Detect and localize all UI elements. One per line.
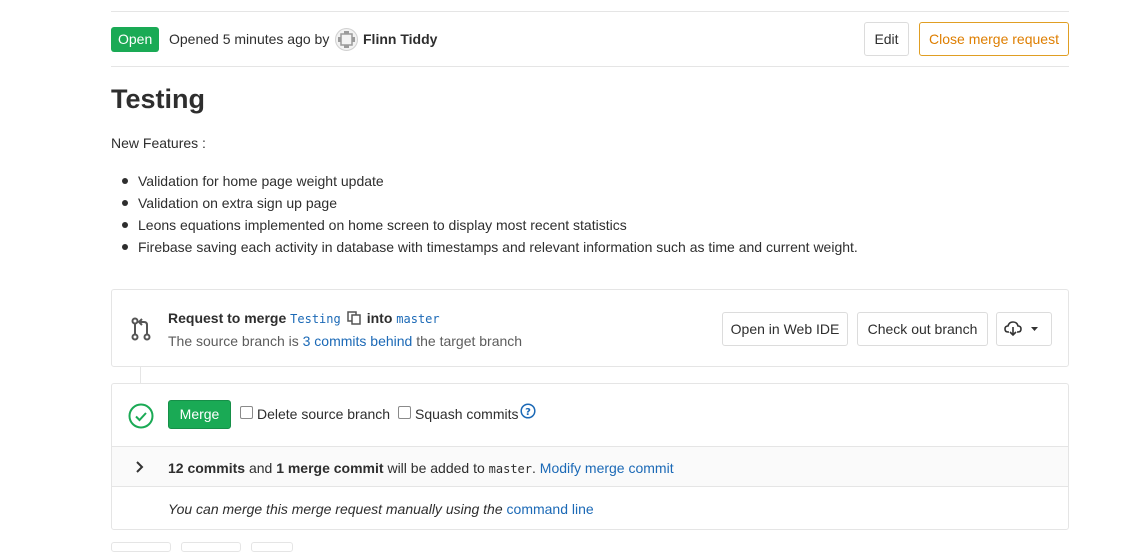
description-lead: New Features : xyxy=(111,135,206,151)
modify-merge-commit-link[interactable]: Modify merge commit xyxy=(540,460,674,476)
check-circle-icon xyxy=(128,403,154,429)
list-item: Firebase saving each activity in databas… xyxy=(120,236,858,258)
merge-request-line: Request to merge Testing into master xyxy=(168,310,440,326)
list-item: Leons equations implemented on home scre… xyxy=(120,214,858,236)
feature-list: Validation for home page weight update V… xyxy=(120,170,858,258)
chevron-right-icon[interactable] xyxy=(134,460,146,474)
merge-request-info: Request to merge Testing into master The… xyxy=(111,289,1069,367)
commits-count: 12 commits xyxy=(168,460,246,476)
manual-merge-hint: You can merge this merge request manuall… xyxy=(168,501,594,517)
delete-source-branch-label[interactable]: Delete source branch xyxy=(257,406,390,422)
avatar[interactable] xyxy=(335,28,358,51)
close-merge-request-button[interactable]: Close merge request xyxy=(919,22,1069,56)
merge-request-page: Open Opened 5 minutes ago by Flinn Tiddy… xyxy=(0,0,1139,552)
author-link[interactable]: Flinn Tiddy xyxy=(363,31,437,47)
commits-behind-link[interactable]: 3 commits behind xyxy=(303,333,413,349)
merge-widget: Merge Delete source branch Squash commit… xyxy=(111,383,1069,530)
added-text: will be added to xyxy=(387,460,485,476)
mr-header: Open Opened 5 minutes ago by Flinn Tiddy… xyxy=(111,12,1069,67)
page-title: Testing xyxy=(111,84,205,114)
squash-commits-label[interactable]: Squash commits xyxy=(415,406,518,422)
and-text: and xyxy=(248,460,273,476)
bottom-tab[interactable] xyxy=(181,542,241,552)
list-item: Validation on extra sign up page xyxy=(120,192,858,214)
status-suffix: the target branch xyxy=(416,333,523,349)
status-badge: Open xyxy=(111,27,160,52)
copy-icon[interactable] xyxy=(346,311,361,325)
edit-button[interactable]: Edit xyxy=(864,22,909,56)
target-branch[interactable]: master xyxy=(396,312,439,326)
into-text: into xyxy=(366,310,393,326)
list-item: Validation for home page weight update xyxy=(120,170,858,192)
svg-text:?: ? xyxy=(525,407,531,418)
merge-commit-count: 1 merge commit xyxy=(276,460,384,476)
timeline-connector xyxy=(140,367,141,383)
source-branch[interactable]: Testing xyxy=(290,312,341,326)
open-web-ide-button[interactable]: Open in Web IDE xyxy=(722,312,848,346)
opened-text: Opened 5 minutes ago by xyxy=(169,31,330,47)
target-branch-code: master xyxy=(488,462,532,476)
commits-summary: 12 commits and 1 merge commit will be ad… xyxy=(168,460,674,476)
download-icon xyxy=(1004,321,1038,337)
merge-button[interactable]: Merge xyxy=(168,400,231,429)
help-icon[interactable]: ? xyxy=(520,403,536,419)
request-prefix: Request to merge xyxy=(168,310,287,326)
command-line-link[interactable]: command line xyxy=(507,501,594,517)
bottom-tab[interactable] xyxy=(251,542,293,552)
merge-branch-icon xyxy=(131,317,151,341)
download-dropdown-button[interactable] xyxy=(996,312,1052,346)
squash-commits-checkbox[interactable] xyxy=(398,406,411,419)
manual-text: You can merge this merge request manuall… xyxy=(168,501,503,517)
delete-source-branch-checkbox[interactable] xyxy=(240,406,253,419)
status-prefix: The source branch is xyxy=(168,333,299,349)
branch-status: The source branch is 3 commits behind th… xyxy=(168,333,522,349)
period: . xyxy=(532,460,536,476)
bottom-tab[interactable] xyxy=(111,542,171,552)
check-out-branch-button[interactable]: Check out branch xyxy=(857,312,988,346)
commits-summary-row[interactable]: 12 commits and 1 merge commit will be ad… xyxy=(112,446,1068,487)
